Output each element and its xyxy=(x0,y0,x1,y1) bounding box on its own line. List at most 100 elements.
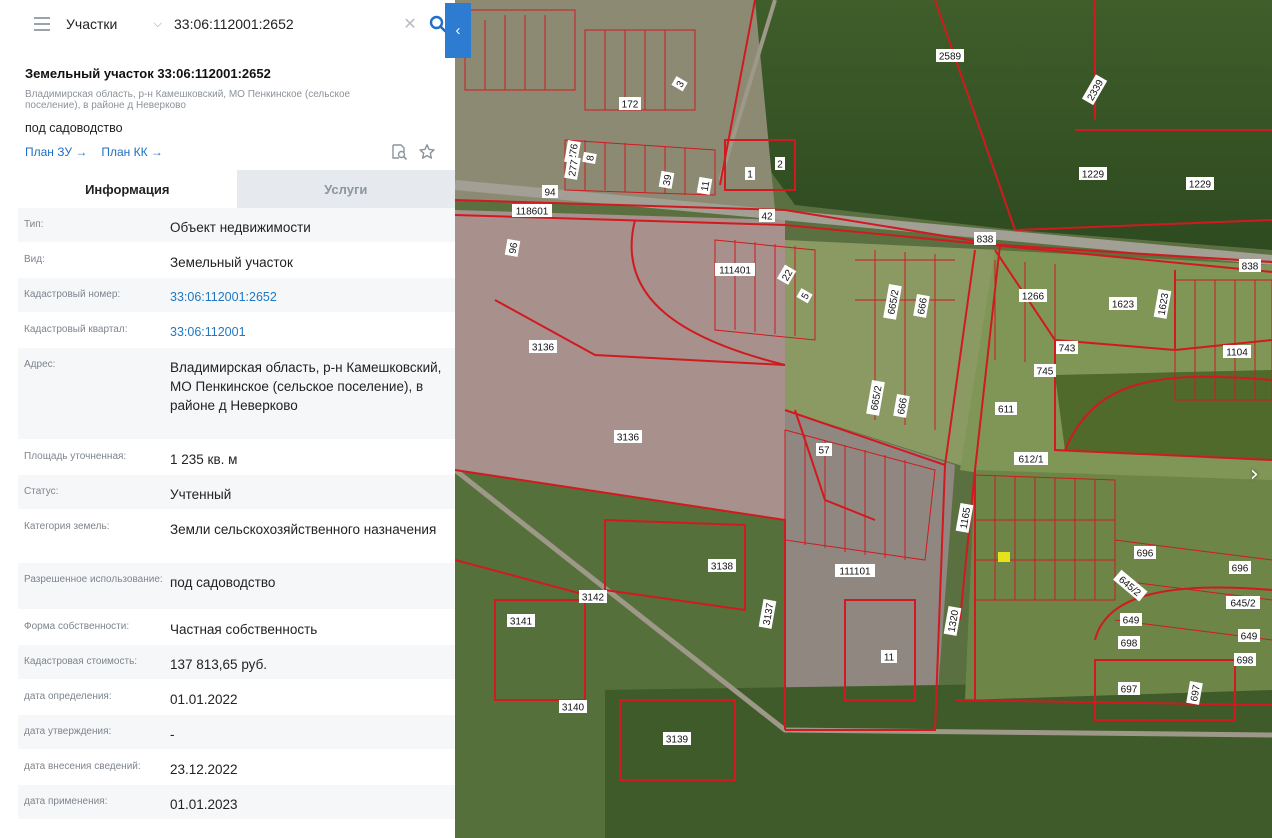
plot-number: 743 xyxy=(1059,344,1076,355)
plot-number: 649 xyxy=(1123,616,1140,627)
table-row: Категория земель: Земли сельскохозяйствен… xyxy=(18,510,455,563)
table-row: Кадастровый номер: 33:06:112001:2652 xyxy=(18,278,455,313)
plot-label: 11 xyxy=(881,650,897,664)
table-row: Кадастровый квартал: 33:06:112001 xyxy=(18,313,455,348)
plot-label: 11 xyxy=(696,176,712,195)
plot-number: 1229 xyxy=(1082,170,1105,181)
category-select[interactable]: Участки ⌵ xyxy=(66,16,172,32)
plot-number: 94 xyxy=(544,188,556,199)
map-canvas[interactable]: 258923391723276 827739 1112122912299411860… xyxy=(455,0,1272,838)
plot-label: 696 xyxy=(1229,561,1251,575)
plot-number: 3139 xyxy=(666,735,689,746)
table-row: Вид: Земельный участок xyxy=(18,243,455,278)
plot-number: 1266 xyxy=(1022,292,1045,303)
arrow-right-icon[interactable]: › xyxy=(1250,462,1259,487)
plot-label: 1104 xyxy=(1223,345,1251,359)
row-label: Разрешенное использование: xyxy=(24,574,163,585)
plot-label: 111401 xyxy=(715,263,755,277)
row-label: Категория земель: xyxy=(24,521,110,532)
zoom-document-icon[interactable] xyxy=(390,143,408,166)
selected-plot-highlight[interactable] xyxy=(998,552,1010,562)
table-row: Форма собственности: Частная собственност… xyxy=(18,610,455,645)
plot-number: 698 xyxy=(1237,656,1254,667)
plot-number: 3136 xyxy=(532,343,555,354)
row-label: Кадастровый номер: xyxy=(24,289,121,300)
row-label: Форма собственности: xyxy=(24,621,130,632)
table-row: Кадастровая стоимость: 137 813,65 руб. xyxy=(18,645,455,680)
row-label: Площадь уточненная: xyxy=(24,451,127,462)
plot-label: 645/2 xyxy=(1226,596,1260,610)
row-value: Земельный участок xyxy=(170,255,293,270)
plot-label: 3140 xyxy=(559,700,587,714)
row-value: под садоводство xyxy=(170,575,276,590)
plot-label: 96 xyxy=(504,238,520,257)
category-label: Участки xyxy=(66,16,118,32)
plot-label: 3136 xyxy=(614,430,642,444)
plan-links: План ЗУ → План КК → xyxy=(25,145,163,159)
plot-label: 39 xyxy=(658,170,674,189)
plot-number: 611 xyxy=(998,405,1014,416)
plot-label: 2589 xyxy=(936,49,964,63)
cadastral-number-link[interactable]: 33:06:112001:2652 xyxy=(164,278,455,312)
plot-number: 111401 xyxy=(719,266,751,277)
row-label: дата внесения сведений: xyxy=(24,761,141,772)
row-value: 01.01.2023 xyxy=(170,797,238,812)
plot-number: 1229 xyxy=(1189,180,1212,191)
plot-label: 1 xyxy=(745,167,755,181)
plot-label: 3141 xyxy=(507,614,535,628)
plot-number: 11 xyxy=(884,653,895,664)
plot-number: 118601 xyxy=(516,207,549,218)
cadastral-map[interactable]: 2589 2339 172 3 276 8 277 39 11 1 2 1229 1229 94 11860… xyxy=(455,0,1272,838)
plot-label: 57 xyxy=(816,443,832,457)
plot-number: 3141 xyxy=(510,617,533,628)
plot-number: 3142 xyxy=(582,593,605,604)
field-southeast xyxy=(965,470,1272,700)
row-label: Адрес: xyxy=(24,359,56,370)
row-label: Статус: xyxy=(24,486,59,497)
search-bar: Участки ⌵ ✕ xyxy=(18,3,455,45)
search-input[interactable] xyxy=(172,9,399,39)
plot-number: 2 xyxy=(777,160,783,171)
tab-services[interactable]: Услуги xyxy=(236,170,455,208)
table-row: дата применения: 01.01.2023 xyxy=(18,785,455,820)
cadastral-quarter-link[interactable]: 33:06:112001 xyxy=(164,313,455,347)
plot-number: 42 xyxy=(761,212,773,223)
table-row: Адрес: Владимирская область, р-н Камешков… xyxy=(18,348,455,440)
row-label: Кадастровый квартал: xyxy=(24,324,128,335)
plot-number: 645/2 xyxy=(1230,599,1255,610)
tabs: Информация Услуги xyxy=(18,170,455,208)
row-value: Объект недвижимости xyxy=(170,220,311,235)
plot-number: 57 xyxy=(818,446,830,457)
plan-kk-link[interactable]: План КК → xyxy=(101,145,163,159)
row-label: дата определения: xyxy=(24,691,112,702)
object-use: под садоводство xyxy=(25,121,123,135)
table-row: Площадь уточненная: 1 235 кв. м xyxy=(18,440,455,475)
menu-icon[interactable] xyxy=(18,3,66,45)
plot-label: 745 xyxy=(1034,364,1056,378)
row-value: Учтенный xyxy=(170,487,232,502)
plan-zu-link[interactable]: План ЗУ → xyxy=(25,145,87,159)
row-value: 01.01.2022 xyxy=(170,692,238,707)
plot-label: 172 xyxy=(619,97,641,111)
plot-number: 698 xyxy=(1121,639,1138,650)
clear-icon[interactable]: ✕ xyxy=(399,14,421,34)
collapse-left-icon[interactable]: ‹ xyxy=(445,3,471,58)
row-label: Тип: xyxy=(24,219,44,230)
info-table: Тип: Объект недвижимости Вид: Земельный уч… xyxy=(18,208,455,820)
plot-label: 94 xyxy=(542,185,558,199)
plot-number: 3136 xyxy=(617,433,640,444)
plot-label: 1623 xyxy=(1109,297,1137,311)
action-icons xyxy=(390,143,436,166)
plot-number: 649 xyxy=(1241,632,1258,643)
tab-info[interactable]: Информация xyxy=(18,170,237,208)
plot-label: 1229 xyxy=(1079,167,1107,181)
plot-label: 111101 xyxy=(835,564,875,578)
row-value: Владимирская область, р-н Камешковский, … xyxy=(170,360,442,413)
plot-number: 172 xyxy=(622,100,639,111)
chevron-down-icon: ⌵ xyxy=(153,17,162,30)
plot-label: 42 xyxy=(759,209,775,223)
plot-label: 3136 xyxy=(529,340,557,354)
plot-number: 838 xyxy=(1242,262,1259,273)
star-icon[interactable] xyxy=(418,143,436,166)
row-value: 137 813,65 руб. xyxy=(170,657,268,672)
